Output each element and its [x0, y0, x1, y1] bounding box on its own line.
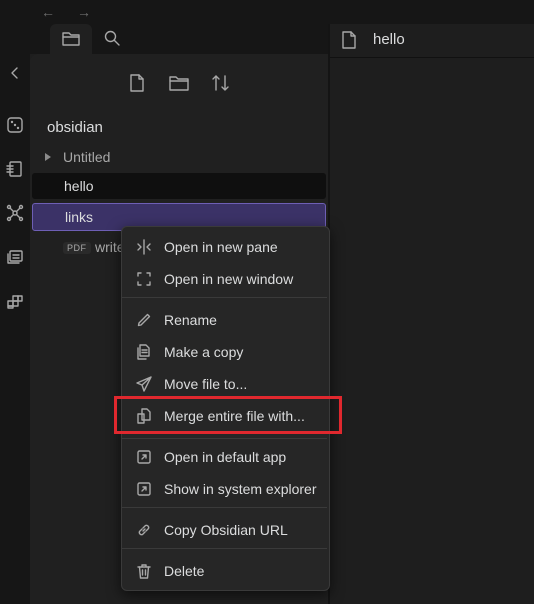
collapse-icon[interactable]	[4, 62, 26, 84]
highlight-annotation-box	[114, 396, 342, 434]
editor-area[interactable]	[330, 58, 534, 604]
menu-item-delete[interactable]: Delete	[123, 556, 326, 586]
menu-item-rename[interactable]: Rename	[123, 305, 326, 335]
external-icon	[136, 449, 152, 465]
external-icon	[136, 481, 152, 497]
menu-separator	[122, 438, 327, 439]
ribbon	[0, 24, 30, 604]
menu-item-open-new-window[interactable]: Open in new window	[123, 264, 326, 294]
pane-header	[330, 24, 534, 58]
new-folder-icon[interactable]	[166, 70, 192, 96]
blocks-icon[interactable]	[4, 290, 26, 312]
link-icon	[136, 522, 152, 538]
menu-item-show-system-explorer[interactable]: Show in system explorer	[123, 474, 326, 504]
window-icon	[136, 271, 152, 287]
copy-icon	[136, 344, 152, 360]
search-tab[interactable]	[100, 26, 124, 50]
file-icon	[341, 30, 357, 50]
switcher-icon[interactable]	[4, 158, 26, 180]
menu-separator	[122, 507, 327, 508]
send-icon	[136, 376, 152, 392]
new-note-icon[interactable]	[124, 70, 150, 96]
menu-separator	[122, 297, 327, 298]
forward-arrow-icon[interactable]: →	[77, 4, 91, 20]
folder-icon	[62, 32, 80, 46]
menu-item-copy-url[interactable]: Copy Obsidian URL	[123, 515, 326, 545]
vault-name[interactable]: obsidian	[47, 119, 103, 136]
files-tab[interactable]	[50, 24, 92, 54]
menu-item-move-file[interactable]: Move file to...	[123, 369, 326, 399]
graph-icon[interactable]	[4, 202, 26, 224]
slides-icon[interactable]	[4, 246, 26, 268]
tree-file-hello[interactable]: hello	[32, 173, 326, 199]
menu-item-open-default-app[interactable]: Open in default app	[123, 442, 326, 472]
pane-title[interactable]: hello	[373, 31, 405, 48]
tree-folder-untitled[interactable]: Untitled	[32, 144, 326, 170]
menu-separator	[122, 548, 327, 549]
split-icon	[136, 239, 152, 255]
menu-item-make-copy[interactable]: Make a copy	[123, 337, 326, 367]
sort-icon[interactable]	[208, 70, 234, 96]
menu-item-open-new-pane[interactable]: Open in new pane	[123, 232, 326, 262]
trash-icon	[136, 563, 152, 579]
back-arrow-icon[interactable]: ←	[41, 4, 55, 20]
search-icon	[104, 30, 120, 46]
pdf-badge: PDF	[63, 242, 91, 254]
pencil-icon	[136, 312, 152, 328]
dice-icon[interactable]	[4, 114, 26, 136]
